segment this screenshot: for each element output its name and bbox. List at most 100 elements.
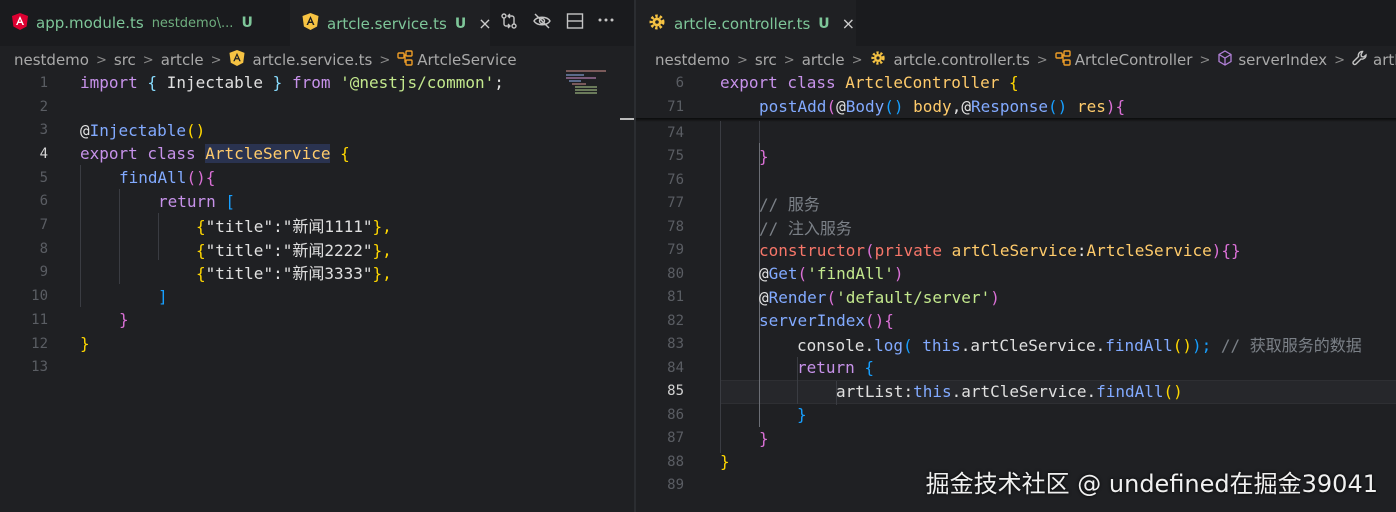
compare-changes-icon[interactable] xyxy=(500,12,518,34)
token: serverIndex xyxy=(759,311,865,331)
git-status-badge: U xyxy=(818,15,830,32)
toggle-visibility-icon[interactable] xyxy=(533,12,551,34)
code-line: 9 {"title":"新闻3333"}, xyxy=(0,261,634,285)
line-number: 3 xyxy=(39,122,48,139)
token: {} xyxy=(1221,240,1241,260)
breadcrumb-item[interactable]: src xyxy=(755,51,777,69)
token: () xyxy=(1172,336,1192,356)
tab-label: artcle.controller.ts xyxy=(674,14,811,33)
token: { xyxy=(1115,97,1126,117)
token: export xyxy=(80,144,138,164)
token: (){ xyxy=(864,311,894,331)
tab-artcle-controller[interactable]: artcle.controller.ts U × xyxy=(636,0,856,46)
breadcrumb-item[interactable]: artList xyxy=(1373,51,1396,69)
breadcrumb-item[interactable]: artcle.service.ts xyxy=(253,51,373,69)
line-number: 11 xyxy=(31,311,48,328)
gear-icon xyxy=(870,50,886,70)
breadcrumb-item[interactable]: artcle xyxy=(161,51,204,69)
token: findAll xyxy=(1096,381,1164,401)
token: .artCleService. xyxy=(960,336,1106,356)
token: export xyxy=(720,73,778,93)
token: this xyxy=(913,381,952,401)
token: 'findAll' xyxy=(807,264,894,284)
code-line: 5 findAll(){ xyxy=(0,166,634,190)
token: { xyxy=(196,217,206,237)
token: Injectable xyxy=(89,120,186,140)
breadcrumb-item[interactable]: serverIndex xyxy=(1238,51,1327,69)
token: } xyxy=(119,310,129,330)
code-line: 79 constructor(private artCleService:Art… xyxy=(636,239,1396,263)
code-line: 87 } xyxy=(636,427,1396,451)
sticky-line[interactable]: 6 export class ArtcleController { xyxy=(636,71,1396,95)
token: { xyxy=(196,240,206,260)
chevron-right-icon: > xyxy=(851,52,863,68)
token: { xyxy=(196,264,206,284)
right-editor-pane: artcle.controller.ts U × nestdemo > src … xyxy=(636,0,1396,512)
line-number: 76 xyxy=(667,171,684,188)
breadcrumb-item[interactable]: artcle xyxy=(802,51,845,69)
class-symbol-icon xyxy=(1055,50,1071,70)
code-line: 83 console.log( this.artCleService.findA… xyxy=(636,333,1396,357)
code-line: 13 xyxy=(0,355,634,379)
chevron-right-icon: > xyxy=(95,52,107,68)
token: } xyxy=(797,405,807,425)
token: ) xyxy=(1211,240,1222,260)
code-editor-body[interactable]: 74 75 } 76 77 // 服务 78 // 注入服务 79 constr… xyxy=(636,121,1396,512)
token: }, xyxy=(372,217,392,237)
token: "新闻1111" xyxy=(282,217,373,237)
token: artCleService xyxy=(942,240,1077,260)
token: res xyxy=(1076,97,1106,117)
token: ] xyxy=(158,286,168,306)
token: @ xyxy=(961,97,971,117)
sticky-line[interactable]: 71 postAdd(@Body() body,@Response() res)… xyxy=(636,95,1396,119)
breadcrumb-item[interactable]: artcle.controller.ts xyxy=(894,51,1030,69)
breadcrumb-item[interactable]: ArtcleService xyxy=(417,51,516,69)
tab-label: artcle.service.ts xyxy=(327,14,447,33)
token: .artCleService. xyxy=(951,381,1097,401)
token: "新闻2222" xyxy=(282,240,373,260)
line-number: 77 xyxy=(667,195,684,212)
token: // 服务 xyxy=(759,195,820,215)
token: Response xyxy=(970,97,1049,117)
right-tab-bar: artcle.controller.ts U × xyxy=(636,0,1396,46)
token: ( xyxy=(797,264,808,284)
line-number: 75 xyxy=(667,148,684,165)
token: 'default/server' xyxy=(836,287,991,307)
code-line: 3 @Injectable() xyxy=(0,118,634,142)
token: Body xyxy=(845,97,885,117)
token: class xyxy=(777,73,846,93)
git-status-badge: U xyxy=(241,15,253,31)
angular-icon xyxy=(12,12,28,34)
token: postAdd xyxy=(759,97,827,117)
tab-app-module[interactable]: app.module.ts nestdemo\... U xyxy=(0,0,290,46)
close-icon[interactable]: × xyxy=(842,14,855,33)
split-editor-icon[interactable] xyxy=(566,12,584,34)
tab-artcle-service[interactable]: artcle.service.ts U × xyxy=(290,0,492,46)
breadcrumb-item[interactable]: nestdemo xyxy=(655,51,730,69)
code-line: 2 xyxy=(0,95,634,119)
code-line: 6 return [ xyxy=(0,190,634,214)
line-number: 80 xyxy=(667,265,684,282)
line-number: 83 xyxy=(667,336,684,353)
line-number: 86 xyxy=(667,406,684,423)
token: findAll xyxy=(119,168,187,188)
token: Get xyxy=(768,264,798,284)
breadcrumb-item[interactable]: nestdemo xyxy=(14,51,89,69)
token: return xyxy=(158,191,216,211)
code-line: 78 // 注入服务 xyxy=(636,215,1396,239)
token: } xyxy=(263,73,292,93)
token: ; xyxy=(494,73,504,93)
breadcrumb-item[interactable]: ArtcleController xyxy=(1075,51,1193,69)
token: ( xyxy=(826,287,837,307)
token: "title" xyxy=(205,240,274,260)
line-number: 10 xyxy=(31,288,48,305)
close-icon[interactable]: × xyxy=(478,14,491,33)
breadcrumb-item[interactable]: src xyxy=(114,51,136,69)
token: @ xyxy=(759,264,769,284)
line-number: 78 xyxy=(667,218,684,235)
code-editor[interactable]: 1 import { Injectable } from '@nestjs/co… xyxy=(0,71,634,491)
token: @ xyxy=(836,97,846,117)
more-actions-icon[interactable] xyxy=(597,10,615,32)
tab-path: nestdemo\... xyxy=(151,15,234,31)
left-editor-pane: app.module.ts nestdemo\... U artcle.serv… xyxy=(0,0,634,512)
